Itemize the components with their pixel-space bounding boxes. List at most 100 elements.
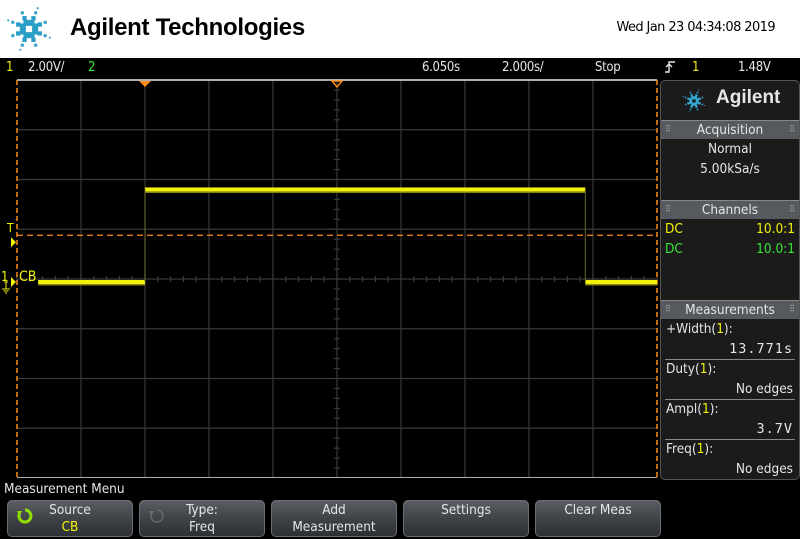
logo-dot [11,20,15,24]
logo-dot [43,34,47,38]
logo-dot [19,48,22,51]
datetime-display: Wed Jan 23 04:34:08 2019 [616,20,775,35]
logo-dot [37,22,42,27]
trigger-level-arrow[interactable] [11,237,16,248]
measurement-label[interactable]: Freq(1): [666,441,713,457]
channel1-coupling: DC [665,221,683,237]
measurement-name: +Width( [666,321,717,337]
logo-dot [37,31,42,36]
clear-meas-label: Clear Meas [564,502,632,518]
run-state[interactable]: Stop [595,60,621,75]
waveform-noise [38,283,146,286]
drag-handle-icon: ⠿ [789,305,795,315]
measurement-name: Freq( [666,441,697,457]
trigger-position-marker[interactable] [139,81,151,87]
logo-dot [682,96,684,97]
drag-handle-icon: ⠿ [789,125,795,135]
logo-dot [48,36,51,39]
measurements-section-header[interactable]: ⠿ Measurements ⠿ [661,300,799,319]
waveform-segment-high [145,187,586,192]
source-value: CB [61,519,79,535]
add-measurement-softkey[interactable]: Add Measurement [271,500,397,537]
logo-dot [43,20,47,24]
logo-dot [34,43,38,47]
source-softkey[interactable]: Source CB [7,500,133,537]
waveform-segment-low [585,279,657,284]
logo-dot [687,97,690,100]
measurement-name-close: ): [707,361,717,377]
type-softkey[interactable]: Type: Freq [139,500,265,537]
acquisition-sample-rate: 5.00kSa/s [700,161,760,177]
logo-dot [16,31,21,36]
logo-dot [22,16,27,21]
channel2-coupling: DC [665,241,683,257]
logo-dot [36,7,39,10]
logo-dot [690,94,693,97]
logo-dot [696,91,699,94]
acquisition-section-header[interactable]: ⠿ Acquisition ⠿ [661,120,799,139]
measurement-source: 1 [716,321,724,337]
status-bar: 1 2.00V/ 2 6.050s 2.000s/ Stop 1 1.48V [0,58,800,78]
logo-dot [31,16,36,21]
logo-dot [687,102,690,105]
logo-dot [698,89,699,91]
logo-dot [689,108,692,111]
brand-title: Agilent Technologies [70,14,305,41]
measurement-name-close: ): [709,401,719,417]
logo-dot [698,97,701,100]
settings-softkey[interactable]: Settings [403,500,529,537]
channel1-waveform [38,187,657,286]
logo-dot [689,91,692,94]
logo-dot [20,43,24,47]
channel1-name-label: CB [19,269,37,285]
channels-section-header[interactable]: ⠿ Channels ⠿ [661,200,799,219]
logo-dot [23,19,30,26]
channel1-ground-arrow[interactable] [11,276,16,287]
logo-dot [20,11,24,15]
logo-dot [693,102,697,106]
panel-brand: Agilent [661,81,799,119]
side-info-panel: Agilent ⠿ Acquisition ⠿ Normal 5.00kSa/s… [660,80,800,480]
channel2-number[interactable]: 2 [88,60,95,75]
logo-dot [690,105,693,108]
measurement-label[interactable]: Duty(1): [666,361,716,377]
trigger-source[interactable]: 1 [692,60,699,75]
logo-dot [31,37,36,42]
channel1-info-row: DC 10.0:1 [661,221,799,239]
measurement-name-close: ): [704,441,714,457]
logo-dot [701,103,704,106]
channel1-scale[interactable]: 2.00V/ [28,60,64,75]
measurement-separator [665,439,795,440]
trigger-level[interactable]: 1.48V [738,60,771,75]
drag-handle-icon: ⠿ [665,205,671,215]
logo-dot [695,105,698,108]
channel1-number[interactable]: 1 [6,60,13,75]
logo-dot [684,103,687,106]
time-delay[interactable]: 6.050s [422,60,460,75]
drag-handle-icon: ⠿ [789,205,795,215]
channel1-marker-label[interactable]: 1 [1,270,8,285]
measurement-separator [665,359,795,360]
waveform-display[interactable]: T 1 CB [0,78,660,478]
measurement-label[interactable]: Ampl(1): [666,401,719,417]
logo-dot [704,105,706,106]
logo-dot [19,28,26,35]
logo-dot [698,102,701,105]
grid [16,79,658,478]
logo-dot [22,37,27,42]
logo-dot [691,96,695,100]
source-label: Source [49,502,91,518]
waveform-noise [145,191,586,193]
measurement-value: No edges [735,381,793,397]
logo-dot [28,32,35,39]
measurement-label[interactable]: +Width(1): [666,321,733,337]
measurement-name-close: ): [723,321,733,337]
channel1-probe: 10.0:1 [756,221,795,237]
trigger-marker-label[interactable]: T [7,221,14,235]
type-value: Freq [189,519,215,535]
time-scale[interactable]: 2.000s/ [502,60,544,75]
clear-meas-softkey[interactable]: Clear Meas [535,500,661,537]
logo-dot [695,94,698,97]
logo-dot [696,108,699,111]
agilent-logo-icon [7,7,51,51]
